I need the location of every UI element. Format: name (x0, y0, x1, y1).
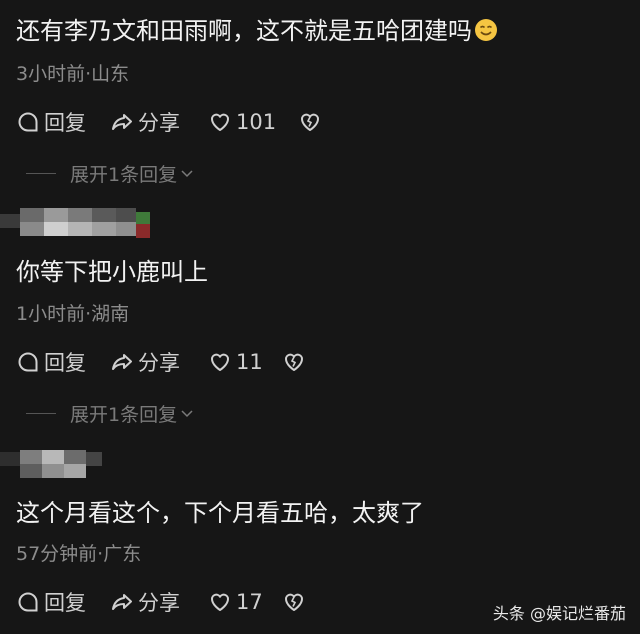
like-button[interactable]: 11 (208, 347, 263, 377)
reply-bubble-icon (18, 112, 38, 132)
like-button[interactable]: 17 (208, 587, 263, 617)
comment-text-content: 还有李乃文和田雨啊，这不就是五哈团建吗 (16, 17, 472, 45)
share-arrow-icon (112, 354, 132, 370)
expand-replies-button[interactable]: 展开1条回复 (26, 401, 195, 426)
share-arrow-icon (112, 594, 132, 610)
share-label: 分享 (138, 351, 180, 375)
smiling-face-emoji-icon (474, 18, 498, 42)
dislike-button[interactable] (298, 107, 326, 137)
expand-label: 展开1条回复 (70, 403, 178, 426)
like-count: 11 (236, 350, 263, 374)
heart-icon (210, 593, 230, 611)
reply-label: 回复 (44, 351, 86, 375)
dislike-button[interactable] (282, 347, 310, 377)
comment-meta: 1小时前·湖南 (16, 303, 130, 325)
reply-button[interactable]: 回复 (16, 347, 86, 377)
watermark: 头条 @娱记烂番茄 (492, 604, 626, 623)
broken-heart-icon (284, 353, 304, 371)
like-count: 17 (236, 590, 263, 614)
share-button[interactable]: 分享 (110, 587, 180, 617)
reply-label: 回复 (44, 111, 86, 135)
broken-heart-icon (284, 593, 304, 611)
share-button[interactable]: 分享 (110, 107, 180, 137)
broken-heart-icon (300, 113, 320, 131)
reply-button[interactable]: 回复 (16, 587, 86, 617)
blurred-username (0, 450, 160, 486)
expand-replies-button[interactable]: 展开1条回复 (26, 161, 195, 186)
comment-meta: 57分钟前·广东 (16, 543, 142, 565)
comment-meta: 3小时前·山东 (16, 63, 130, 85)
share-label: 分享 (138, 591, 180, 615)
dislike-button[interactable] (282, 587, 310, 617)
heart-icon (210, 353, 230, 371)
share-arrow-icon (112, 114, 132, 130)
divider-line (26, 412, 56, 414)
like-count: 101 (236, 110, 277, 134)
reply-bubble-icon (18, 592, 38, 612)
reply-button[interactable]: 回复 (16, 107, 86, 137)
expand-label: 展开1条回复 (70, 163, 178, 186)
comment-text: 这个月看这个，下个月看五哈，太爽了 (16, 499, 424, 527)
comment-list: 还有李乃文和田雨啊，这不就是五哈团建吗 3小时前·山东 回复 分享 101 展开… (0, 0, 640, 634)
comment-text: 你等下把小鹿叫上 (16, 258, 208, 286)
blurred-username (0, 208, 160, 244)
share-label: 分享 (138, 111, 180, 135)
comment-text: 还有李乃文和田雨啊，这不就是五哈团建吗 (16, 16, 498, 46)
share-button[interactable]: 分享 (110, 347, 180, 377)
chevron-down-icon (181, 170, 193, 178)
divider-line (26, 172, 56, 174)
chevron-down-icon (181, 410, 193, 418)
heart-icon (210, 113, 230, 131)
reply-label: 回复 (44, 591, 86, 615)
like-button[interactable]: 101 (208, 107, 276, 137)
reply-bubble-icon (18, 352, 38, 372)
